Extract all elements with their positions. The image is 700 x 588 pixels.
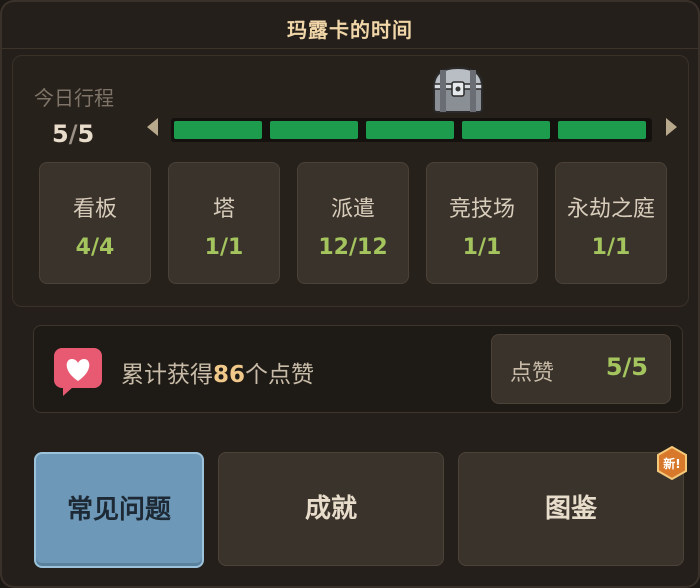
- activity-value: 4/4: [75, 235, 115, 260]
- new-badge-text: 新!: [663, 456, 680, 471]
- activity-card-arena[interactable]: 竞技场 1/1: [426, 162, 538, 284]
- progress-segment: [174, 121, 262, 139]
- progress-segment: [366, 121, 454, 139]
- like-button[interactable]: 点赞 5/5: [491, 334, 671, 404]
- activity-label: 看板: [72, 197, 117, 222]
- like-button-value: 5/5: [605, 353, 648, 381]
- faq-button[interactable]: 常见问题: [34, 452, 204, 568]
- activity-label: 塔: [212, 197, 235, 222]
- new-badge: 新!: [657, 446, 687, 480]
- likes-prefix: 累计获得: [121, 362, 213, 388]
- activity-card-eternal-court[interactable]: 永劫之庭 1/1: [555, 162, 667, 284]
- activity-card-board[interactable]: 看板 4/4: [39, 162, 151, 284]
- activity-value: 1/1: [462, 235, 502, 260]
- title-divider: [2, 48, 698, 49]
- progress-right-arrow-icon[interactable]: [666, 118, 677, 136]
- daily-panel: 玛露卡的时间 今日行程 5/5 看板 4/4 塔 1/1 派遣 12/12 竞技…: [0, 0, 700, 588]
- today-schedule-count: 5/5: [52, 120, 94, 148]
- activity-value: 1/1: [591, 235, 631, 260]
- count-total: 5: [77, 120, 95, 148]
- activity-label: 永劫之庭: [566, 197, 655, 222]
- activity-value: 1/1: [204, 235, 244, 260]
- collection-button[interactable]: 图鉴: [458, 452, 684, 566]
- likes-total-text: 累计获得86个点赞: [121, 355, 314, 389]
- progress-left-arrow-icon[interactable]: [147, 118, 158, 136]
- panel-title: 玛露卡的时间: [287, 18, 413, 42]
- activity-label: 竞技场: [448, 197, 515, 222]
- today-schedule-label: 今日行程: [34, 86, 114, 110]
- count-current: 5: [52, 120, 69, 148]
- heart-chat-icon: [54, 348, 102, 396]
- progress-segment: [270, 121, 358, 139]
- schedule-progress-bar: [171, 118, 652, 142]
- treasure-chest-icon[interactable]: [430, 64, 486, 114]
- activity-card-dispatch[interactable]: 派遣 12/12: [297, 162, 409, 284]
- activity-label: 派遣: [330, 197, 375, 222]
- likes-suffix: 个点赞: [245, 362, 315, 388]
- progress-segment: [558, 121, 646, 139]
- achievements-button[interactable]: 成就: [218, 452, 444, 566]
- activity-value: 12/12: [318, 235, 388, 260]
- activity-card-tower[interactable]: 塔 1/1: [168, 162, 280, 284]
- like-button-label: 点赞: [510, 361, 555, 386]
- likes-count: 86: [213, 362, 246, 388]
- progress-segment: [462, 121, 550, 139]
